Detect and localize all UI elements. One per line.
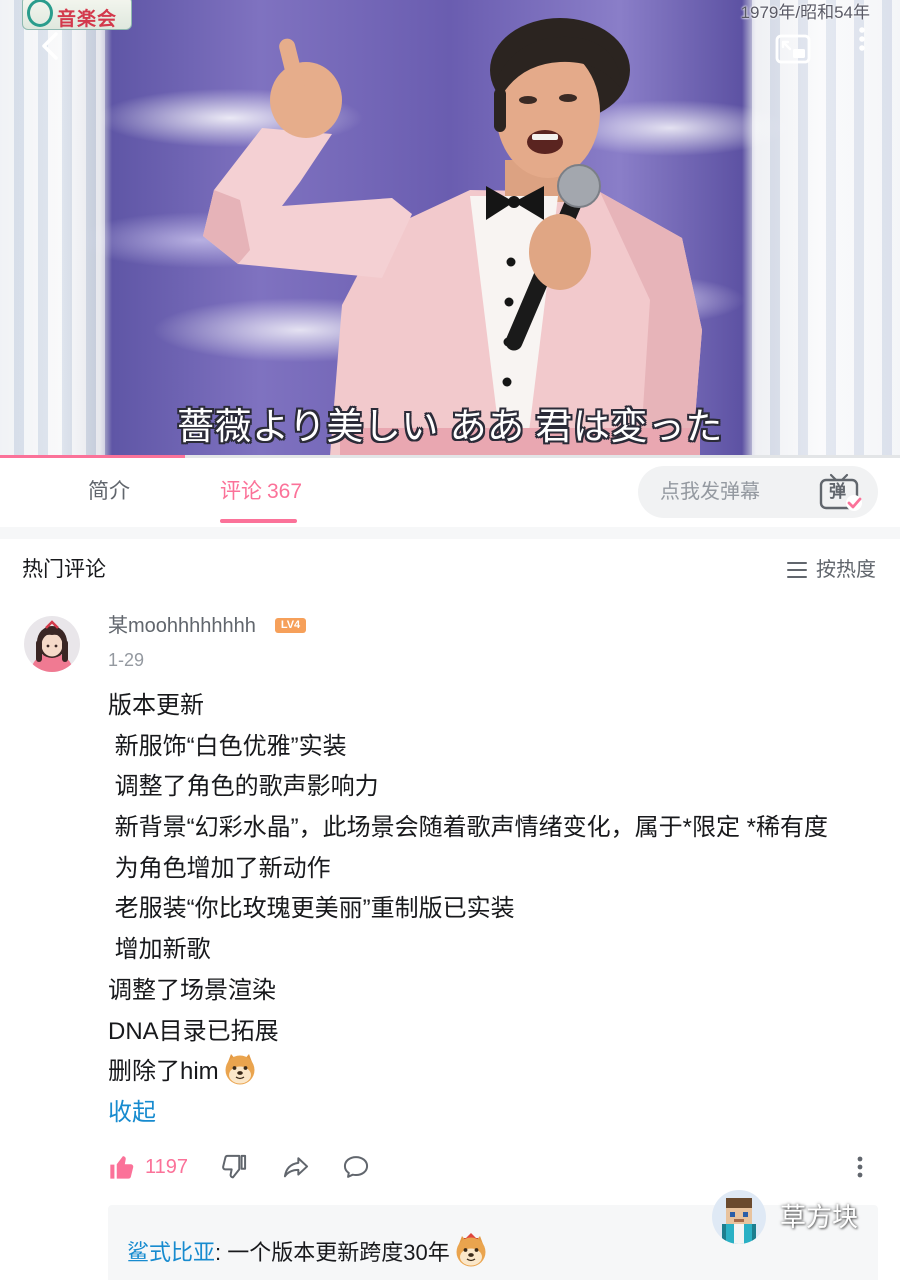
danmaku-placeholder: 点我发弹幕	[660, 481, 760, 503]
doge-emoji-icon	[456, 1233, 486, 1267]
like-count: 1197	[145, 1156, 189, 1178]
more-vertical-icon[interactable]	[850, 1152, 870, 1182]
thumbs-up-icon[interactable]	[108, 1153, 136, 1181]
active-tab-indicator	[220, 519, 297, 523]
tab-intro[interactable]: 简介	[88, 478, 130, 506]
commenter-avatar[interactable]	[24, 616, 80, 672]
comment-date: 1-29	[108, 650, 145, 670]
pip-icon[interactable]	[774, 32, 812, 66]
collapse-link[interactable]: 收起	[108, 1093, 892, 1134]
comment-line: DNA目录已拓展	[108, 1017, 279, 1045]
comment-line: 为角色增加了新动作	[108, 854, 331, 882]
app-screen: 音楽会 1979年/昭和54年 薔薇より美しい ああ 君は変った 简介 评论 36…	[0, 0, 900, 1280]
comment-line: 老服装“你比玫瑰更美丽”重制版已实装	[108, 895, 515, 923]
comment-line: 版本更新	[108, 692, 204, 719]
doge-emoji-icon	[225, 1054, 255, 1085]
danmaku-toggle-button[interactable]: 弹	[816, 472, 864, 512]
watermark-avatar	[712, 1190, 766, 1244]
video-year-caption: 1979年/昭和54年	[740, 3, 870, 22]
sort-label: 按热度	[816, 559, 876, 581]
thumbs-down-icon[interactable]	[220, 1153, 248, 1181]
commenter-username[interactable]: 某moohhhhhhhh	[108, 613, 256, 639]
video-subtitle: 薔薇より美しい ああ 君は変った	[177, 406, 723, 447]
program-logo-text: 音楽会	[57, 9, 118, 30]
tab-comments[interactable]: 评论 367	[220, 478, 302, 506]
list-icon	[787, 562, 807, 578]
comment-line-last: 删除了him	[108, 1052, 892, 1093]
reply-separator: :	[215, 1240, 222, 1265]
video-player[interactable]: 音楽会 1979年/昭和54年 薔薇より美しい ああ 君は変った	[0, 0, 900, 456]
share-icon[interactable]	[282, 1153, 310, 1181]
tab-comments-label: 评论	[220, 480, 262, 503]
comment-line: 调整了角色的歌声影响力	[108, 773, 379, 801]
tab-intro-label: 简介	[88, 480, 130, 503]
comment-icon[interactable]	[342, 1153, 370, 1181]
video-progress-bar[interactable]	[0, 455, 900, 458]
reply-item: 鲨式比亚: 一个版本更新跨度30年	[127, 1232, 488, 1270]
reply-text: 一个版本更新跨度30年	[227, 1240, 450, 1265]
danmaku-input[interactable]: 点我发弹幕 弹	[638, 466, 878, 518]
section-divider	[0, 527, 900, 539]
comment-line-text: 删除了him	[108, 1058, 219, 1086]
music-note-icon	[27, 0, 53, 27]
pixel-character-icon	[712, 1190, 766, 1244]
more-vertical-icon[interactable]	[852, 24, 872, 54]
watermark-text: 草方块	[780, 1202, 859, 1232]
comment-line: 新服饰“白色优雅”实装	[108, 732, 347, 760]
tab-comments-count: 367	[267, 480, 303, 503]
reply-author[interactable]: 鲨式比亚	[127, 1240, 215, 1265]
hot-comments-title: 热门评论	[22, 558, 106, 581]
user-level-badge: LV4	[275, 618, 306, 633]
comment-line: 增加新歌	[108, 936, 211, 964]
video-progress-fill	[0, 455, 185, 458]
avatar-image	[24, 616, 80, 672]
back-icon[interactable]	[34, 28, 68, 64]
comment-text: 版本更新 新服饰“白色优雅”实装 调整了角色的歌声影响力 新背景“幻彩水晶”，此…	[108, 686, 892, 1134]
program-logo: 音楽会	[22, 0, 132, 30]
danmaku-button-label: 弹	[829, 482, 846, 501]
comment-line: 新背景“幻彩水晶”，此场景会随着歌声情绪变化，属于*限定 *稀有度	[108, 814, 828, 842]
comment-action-bar: 1197	[0, 1150, 900, 1184]
comment-line: 调整了场景渲染	[108, 976, 276, 1004]
video-frame-singer	[203, 18, 702, 456]
